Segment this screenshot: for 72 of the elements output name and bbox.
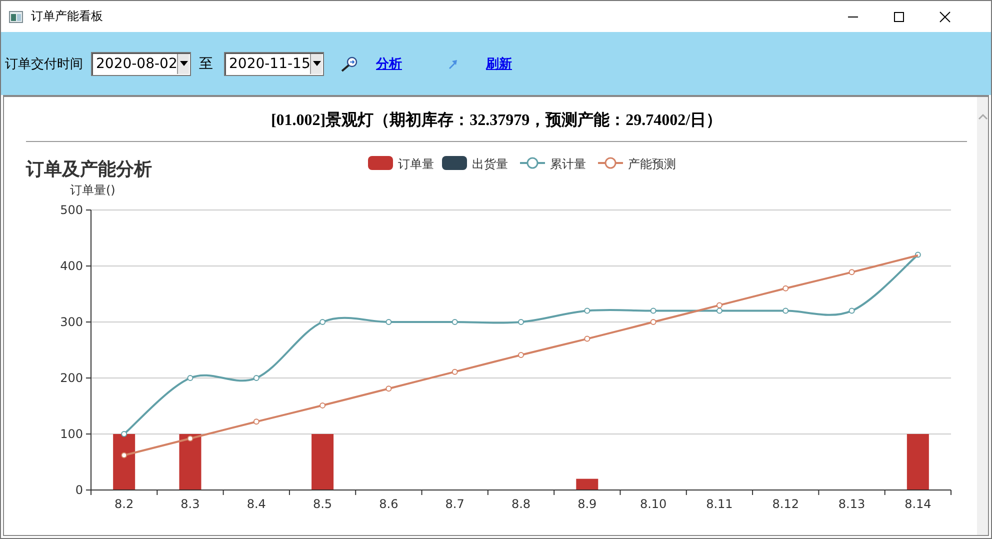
data-point [518,319,524,325]
legend-label: 订单量 [398,157,434,171]
y-axis-label: 订单量() [70,183,116,197]
x-tick-label: 8.14 [904,497,932,511]
bar [113,434,136,490]
legend-item[interactable]: 出货量 [442,156,508,171]
data-point [320,319,326,325]
data-point [848,308,855,314]
data-point [584,308,590,314]
y-tick-label: 200 [60,371,83,385]
search-icon[interactable] [340,56,358,72]
data-point [121,452,128,458]
y-tick-label: 100 [60,427,83,441]
data-point [386,319,392,325]
data-point [650,308,656,314]
data-point [848,269,855,276]
data-point [253,418,260,425]
x-tick-label: 8.6 [379,497,398,511]
data-point [782,285,789,292]
bar [312,434,334,490]
analyze-link[interactable]: 分析 [376,54,402,72]
bar [906,434,929,490]
data-point [914,252,921,258]
end-date-dropdown[interactable]: 2020-11-15 [224,52,324,76]
x-tick-label: 8.8 [511,497,531,511]
data-point [782,308,789,314]
dropdown-arrow-icon [312,61,321,66]
x-tick-label: 8.10 [640,497,667,511]
legend-item[interactable]: 累计量 [520,157,586,171]
chart-title: 订单及产能分析 [26,159,152,180]
y-tick-label: 0 [75,483,83,497]
x-tick-label: 8.11 [706,497,733,511]
x-tick-label: 8.5 [313,497,332,511]
x-tick-label: 8.4 [246,497,266,511]
x-tick-label: 8.13 [838,497,866,511]
data-point [320,402,326,408]
x-tick-label: 8.9 [578,497,597,511]
refresh-link[interactable]: 刷新 [486,54,512,72]
legend-label: 产能预测 [628,157,676,171]
date-label: 订单交付时间 [5,56,83,72]
x-tick-label: 8.2 [114,497,134,511]
data-point [584,336,590,342]
dropdown-arrow-icon [180,61,188,66]
product-header: [01.002]景观灯（期初库存：32.37979，预测产能：29.74002/日） [26,97,967,142]
window-title: 订单产能看板 [31,8,103,25]
legend-label: 累计量 [550,157,586,171]
bar [179,434,202,490]
legend-item[interactable]: 订单量 [368,156,434,171]
close-icon[interactable] [939,10,951,22]
y-tick-label: 400 [60,259,83,273]
start-date-dropdown[interactable]: 2020-08-02 [91,52,191,76]
x-tick-label: 8.12 [772,497,799,511]
scrollbar[interactable] [977,97,988,535]
range-separator: 至 [199,54,213,72]
x-tick-label: 8.3 [180,497,200,511]
x-tick-label: 8.7 [445,497,464,511]
data-point [121,431,128,437]
data-point [518,352,524,358]
maximize-icon[interactable] [893,10,905,22]
bar [576,478,598,490]
data-point [187,375,194,381]
data-point [187,435,194,442]
app-icon [9,10,23,22]
data-point [452,319,458,325]
y-tick-label: 300 [60,315,83,329]
y-tick-label: 500 [60,203,83,217]
data-point [386,386,392,392]
data-point [650,319,656,325]
data-point [253,375,260,381]
data-point [452,368,458,375]
legend-item[interactable]: 产能预测 [598,157,676,171]
legend-label: 出货量 [472,157,508,171]
